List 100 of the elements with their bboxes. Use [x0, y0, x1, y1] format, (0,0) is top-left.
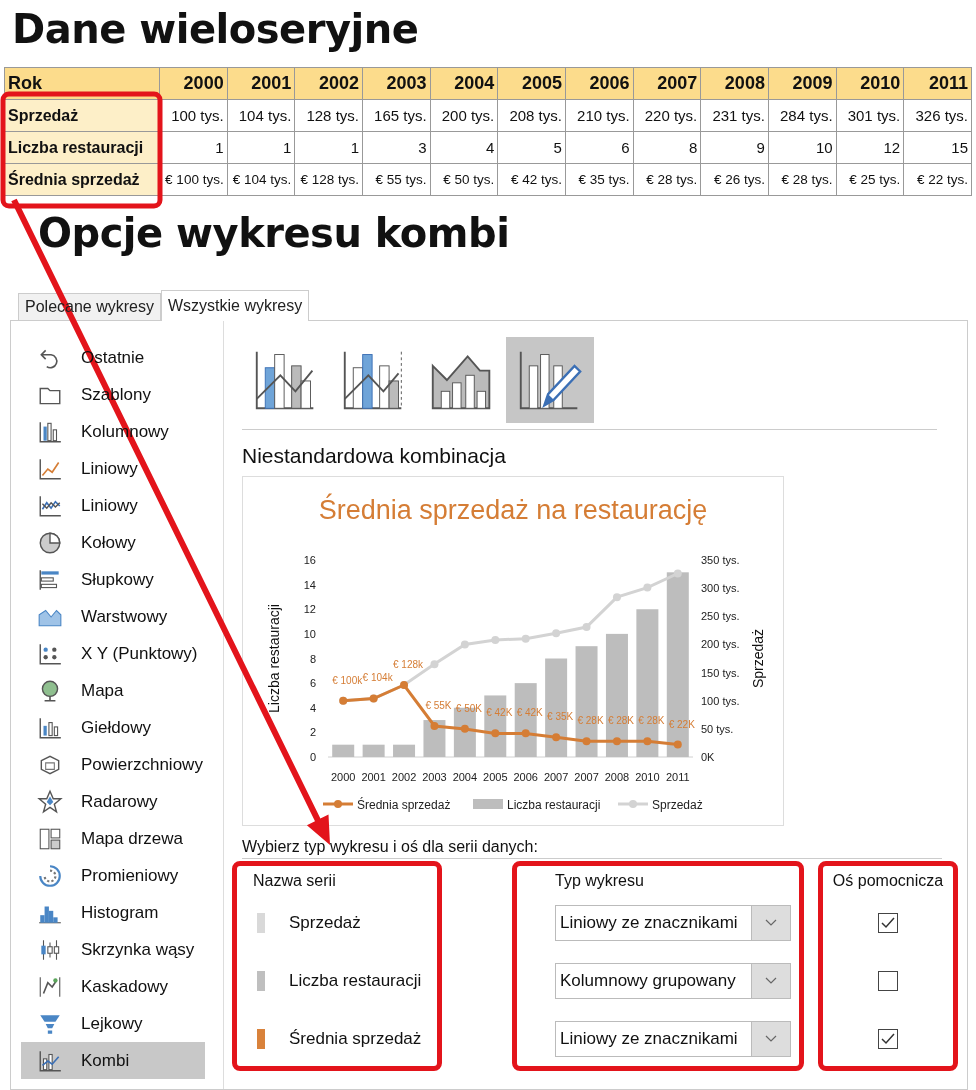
category-label: 2004 — [452, 771, 478, 783]
series-prompt: Wybierz typ wykresu i oś dla serii danych: — [242, 838, 942, 859]
chart-type-item[interactable]: Kaskadowy — [21, 968, 205, 1005]
table-cell: € 26 tys. — [700, 163, 769, 196]
axis-tick-label: 0 — [309, 751, 316, 763]
point — [460, 724, 469, 733]
chart-type-item[interactable]: Mapa drzewa — [21, 820, 205, 857]
checkbox[interactable] — [878, 913, 898, 933]
caret-icon — [765, 977, 777, 985]
axis-tick-label: 0K — [701, 751, 715, 763]
column-header: Nazwa serii — [252, 871, 337, 891]
column-header: 2008 — [700, 67, 769, 100]
point — [612, 737, 621, 746]
chart-type-dropdown[interactable]: Kolumnowy grupowany — [555, 963, 791, 999]
column-header: 2010 — [836, 67, 904, 100]
data-label: € 55K — [425, 700, 452, 712]
data-label: € 28K — [607, 715, 635, 727]
axis-tick-label: 6 — [309, 677, 316, 690]
category-label: 2007 — [543, 771, 569, 783]
section-title: Niestandardowa kombinacja — [242, 443, 507, 469]
chart-type-label: Promieniowy — [81, 865, 179, 886]
chart-type-icon — [37, 862, 63, 889]
category-label: 2000 — [330, 771, 356, 783]
chart-type-item[interactable]: Kołowy — [21, 524, 205, 561]
data-label: € 50K — [455, 702, 482, 714]
chart-type-item[interactable]: Lejkowy — [21, 1005, 205, 1042]
chart-type-item[interactable]: Powierzchniowy — [21, 746, 205, 783]
chart-type-item[interactable]: Słupkowy — [21, 561, 205, 598]
point — [430, 660, 439, 669]
chart-type-item[interactable]: Kombi — [21, 1042, 205, 1079]
chart-type-label: Słupkowy — [81, 569, 154, 590]
axis-tick-label: 300 tys. — [701, 582, 740, 595]
chart-type-label: Skrzynka wąsy — [81, 939, 195, 960]
data-label: € 128k — [393, 658, 424, 670]
table-cell: 1 — [227, 131, 295, 164]
data-label: € 28K — [638, 715, 665, 727]
table-cell: € 50 tys. — [430, 163, 498, 196]
category-label: 2006 — [513, 771, 538, 783]
table-cell: € 42 tys. — [497, 163, 566, 196]
chart-type-item[interactable]: Liniowy — [21, 487, 205, 524]
table-cell: 231 tys. — [700, 99, 769, 132]
checkbox[interactable] — [878, 1029, 898, 1049]
checkbox[interactable] — [878, 971, 898, 991]
point — [521, 634, 530, 643]
axis-tick-label: 250 tys. — [701, 610, 740, 623]
tab[interactable]: Wszystkie wykresy — [160, 290, 310, 321]
bar — [423, 720, 446, 757]
chart-type-item[interactable]: Skrzynka wąsy — [21, 931, 205, 968]
row-header: Liczba restauracji — [4, 131, 160, 164]
category-label: 2008 — [604, 771, 630, 783]
point — [521, 729, 530, 738]
table-cell: 220 tys. — [633, 99, 701, 132]
chart-type-dropdown[interactable]: Liniowy ze znacznikami — [555, 905, 791, 941]
data-label: € 28K — [577, 715, 604, 727]
chart-type-item[interactable]: Histogram — [21, 894, 205, 931]
table-cell: € 28 tys. — [633, 163, 701, 196]
point — [582, 737, 591, 746]
chart-type-item[interactable]: X Y (Punktowy) — [21, 635, 205, 672]
chart-type-label: Mapa drzewa — [81, 828, 184, 849]
data-label: € 42K — [486, 707, 513, 719]
axis-tick-label: 2 — [309, 726, 316, 739]
chart-type-item[interactable]: Promieniowy — [21, 857, 205, 894]
chart-type-item[interactable]: Warstwowy — [21, 598, 205, 635]
series-name: Liczba restauracji — [289, 971, 422, 991]
column-header: 2003 — [362, 67, 431, 100]
table-cell: 210 tys. — [565, 99, 634, 132]
category-label: 2005 — [483, 771, 508, 783]
column-header: 2002 — [294, 67, 363, 100]
chart-type-item[interactable]: Giełdowy — [21, 709, 205, 746]
caret-icon — [765, 919, 777, 927]
category-label: 2003 — [422, 771, 447, 783]
legend-swatch — [473, 799, 503, 809]
point — [552, 733, 561, 742]
series-name: Średnia sprzedaż — [289, 1029, 422, 1049]
table-cell: 15 — [903, 131, 972, 164]
legend-label: Średnia sprzedaż — [357, 798, 451, 812]
table-cell: 3 — [362, 131, 431, 164]
axis-title: Liczba restauracji — [266, 604, 282, 713]
table-cell: € 25 tys. — [836, 163, 904, 196]
chart-type-item[interactable]: Mapa — [21, 672, 205, 709]
table-cell: € 128 tys. — [294, 163, 363, 196]
point — [643, 583, 652, 592]
chart-type-label: Giełdowy — [81, 717, 151, 738]
chart-type-item[interactable]: Radarowy — [21, 783, 205, 820]
axis-title: Sprzedaż — [750, 628, 766, 689]
chart-type-item[interactable]: Liniowy — [21, 450, 205, 487]
chart-type-dropdown[interactable]: Liniowy ze znacznikami — [555, 1021, 791, 1057]
category-label: 2011 — [665, 771, 690, 783]
data-label: € 42K — [516, 707, 543, 719]
chart-type-label: Kołowy — [81, 532, 136, 553]
column-header: Oś pomocnicza — [831, 871, 945, 891]
table-cell: 165 tys. — [362, 99, 431, 132]
chart-type-icon — [37, 788, 63, 815]
chart-subtype-button[interactable] — [506, 337, 594, 423]
point — [430, 722, 439, 731]
chart-type-label: X Y (Punktowy) — [81, 643, 198, 664]
column-header: 2004 — [430, 67, 498, 100]
legend-swatch — [618, 800, 648, 808]
column-header: 2011 — [903, 67, 972, 100]
chart-type-label: Liniowy — [81, 458, 138, 479]
